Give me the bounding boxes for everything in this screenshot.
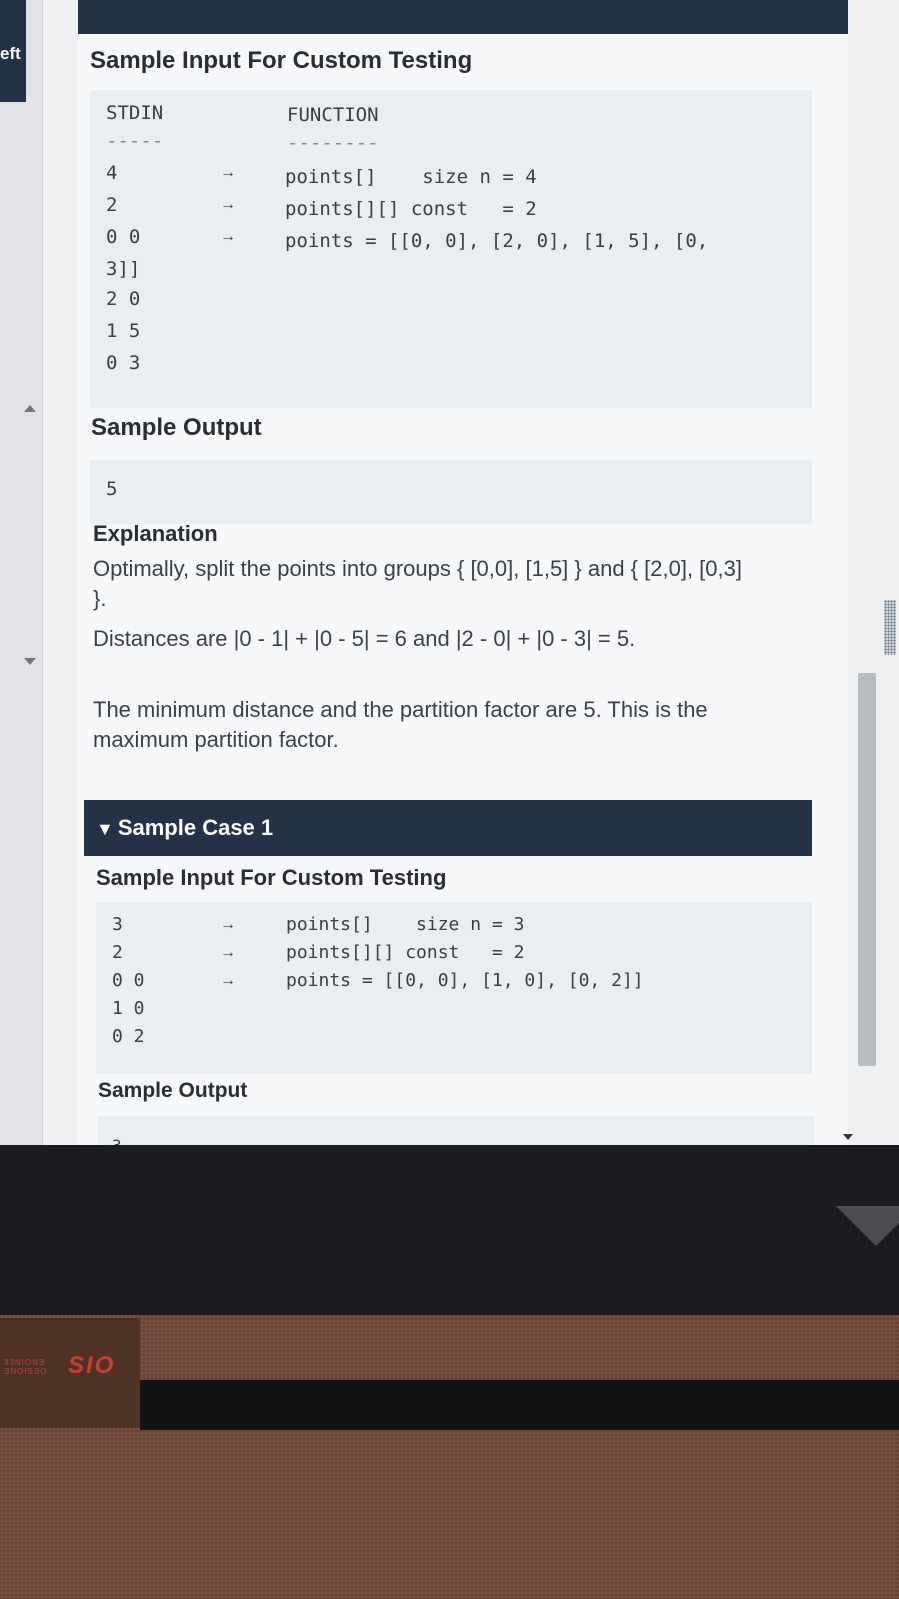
screen: eft Sample Input For Custom Testing STDI… [0,0,899,1145]
stdin-line: 1 5 [106,320,141,342]
function-divider: -------- [287,132,379,154]
collapse-up-icon[interactable] [24,405,36,412]
sample-case-1-toggle[interactable]: ▼ Sample Case 1 [84,800,812,856]
arrow-icon: → [220,196,236,213]
function-line: points[][] const = 2 [286,942,525,963]
stdin-line: 2 [112,942,123,963]
output-value: 5 [106,478,118,500]
sample-input-heading: Sample Input For Custom Testing [90,47,473,74]
stdin-line: 3 [112,914,123,935]
brand-logo: SIO [68,1352,116,1379]
explanation-text: Distances are |0 - 1| + |0 - 5| = 6 and … [93,626,636,651]
sample-output-heading: Sample Output [98,1079,248,1102]
stdin-header: STDIN [106,102,164,124]
laptop-bezel [0,1145,899,1315]
left-panel-tab[interactable]: eft [0,0,26,102]
function-line: points[] size n = 4 [285,166,537,188]
triangle-down-icon: ▼ [96,819,114,839]
hinge-strip [140,1380,899,1430]
stdin-line: 2 [106,194,118,216]
arrow-icon: → [220,944,236,961]
explanation-text: Optimally, split the points into groups … [93,556,742,581]
output-value: 3 [112,1136,122,1145]
stdin-line: 4 [106,162,118,184]
sample-case-title: Sample Case 1 [117,815,274,840]
function-line: points[][] const = 2 [285,198,537,220]
brand-plate: 33NIONƎ ƎNOISƎO SIO [0,1318,140,1428]
sample-output-box: 3 [98,1116,814,1145]
scroll-down-icon[interactable] [843,1134,853,1140]
explanation-heading: Explanation [93,521,218,546]
function-header: FUNCTION [287,104,379,126]
sample-output-box: 5 [90,460,812,524]
explanation-text: }. [93,586,107,611]
explanation-text: The minimum distance and the partition f… [93,697,708,722]
arrow-icon: → [220,164,236,181]
stdin-line: 0 3 [106,352,141,374]
stdin-line: 0 2 [112,1026,145,1047]
sample-input-box: STDIN FUNCTION ----- -------- 4 2 0 0 3]… [90,90,812,408]
stdin-line: 0 0 [112,970,145,991]
sample-input-heading: Sample Input For Custom Testing [96,865,447,890]
arrow-icon: → [220,228,236,245]
collapse-down-icon[interactable] [24,658,36,665]
function-line: points = [[0, 0], [1, 0], [0, 2]] [286,970,644,991]
stdin-line: 0 0 [106,226,141,248]
arrow-icon: → [220,916,236,933]
stdin-line: 1 0 [112,998,145,1019]
arrow-icon: → [220,972,236,989]
stdin-line: 3]] [106,258,141,280]
function-line: points = [[0, 0], [2, 0], [1, 5], [0, [285,230,709,252]
stdin-line: 2 0 [106,288,141,310]
brand-small-text: 33NIONƎ ƎNOISƎO [4,1358,48,1376]
sample-input-box: 3 2 0 0 1 0 0 2 → → → points[] size n = … [96,902,812,1074]
function-line: points[] size n = 3 [286,914,525,935]
v-logo-icon [836,1206,899,1246]
explanation-text: maximum partition factor. [93,727,339,752]
left-panel [0,0,43,1145]
stdin-divider: ----- [106,130,164,152]
sample-output-heading: Sample Output [91,414,262,441]
scrollbar-thumb[interactable] [858,673,876,1066]
resize-handle[interactable] [884,600,896,655]
